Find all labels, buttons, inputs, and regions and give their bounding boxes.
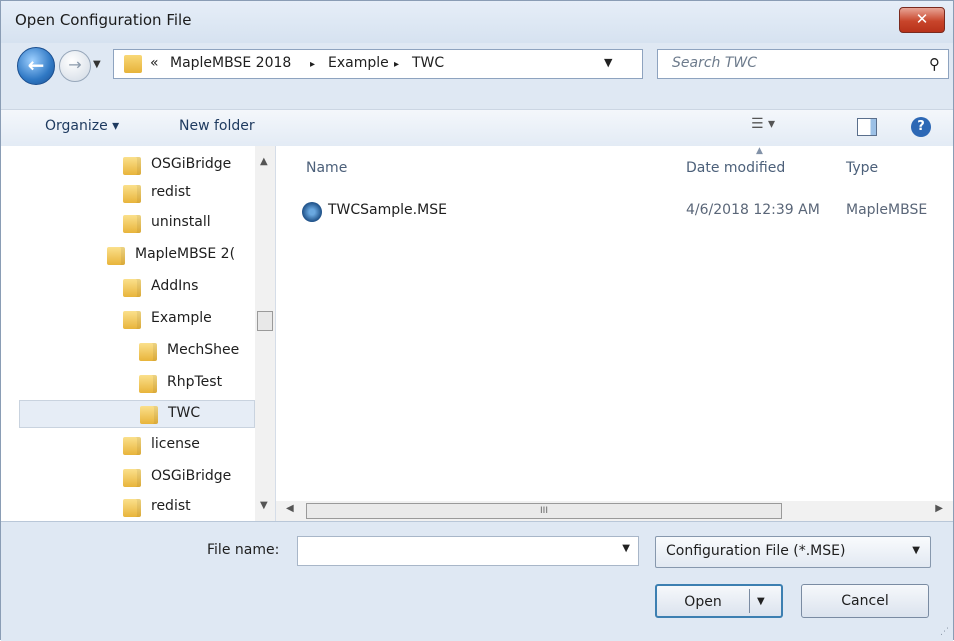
tree-item-example[interactable]: Example [19,306,255,334]
tree-item-label: TWC [168,405,201,421]
address-row: ← → ▼ « MapleMBSE 2018 ▸ Example ▸ TWC ▼… [1,43,953,109]
search-icon: ⚲ [929,55,940,73]
preview-pane-icon[interactable] [857,118,877,136]
file-row[interactable]: TWCSample.MSE 4/6/2018 12:39 AM MapleMBS… [296,198,954,226]
folder-icon [123,279,141,297]
tree-item-label: MechShee [167,342,240,358]
tree-item-rhptest[interactable]: RhpTest [19,370,255,398]
tree-item-uninstall[interactable]: uninstall [19,210,255,238]
address-bar[interactable]: « MapleMBSE 2018 ▸ Example ▸ TWC ▼ ⟳ [113,49,752,79]
open-button[interactable]: Open ▼ [655,584,783,618]
split-divider [749,589,750,613]
chevron-right-icon[interactable]: ▸ [394,59,399,70]
file-type: MapleMBSE [846,202,928,218]
folder-icon [123,437,141,455]
search-input[interactable]: Search TWC ⚲ [657,49,949,79]
tree-item-label: MapleMBSE 2( [135,246,236,262]
open-button-label: Open [684,594,722,610]
tree-item-label: OSGiBridge [151,468,232,484]
file-list-pane: ▲ Name Date modified Type TWCSample.MSE … [276,146,953,521]
folder-icon [123,469,141,487]
breadcrumb-twc[interactable]: TWC [412,55,444,71]
resize-grip-icon[interactable]: ⋰ [940,627,949,637]
column-header-type[interactable]: Type [846,160,878,176]
tree-item-label: AddIns [151,278,199,294]
file-type-filter[interactable]: Configuration File (*.MSE) ▼ [655,536,931,568]
tree-item-mechshee[interactable]: MechShee [19,338,255,366]
close-button[interactable]: ✕ [899,7,945,33]
dialog-title: Open Configuration File [15,11,192,29]
folder-icon [140,406,158,424]
navigation-pane: OSGiBridge redist uninstall MapleMBSE 2(… [19,146,276,521]
nav-vertical-scrollbar[interactable]: ▲ ▼ [255,146,275,521]
chevron-down-icon[interactable]: ▼ [604,56,612,69]
open-file-dialog: Open Configuration File ✕ ← → ▼ « MapleM… [0,0,954,641]
new-folder-button[interactable]: New folder [179,118,255,134]
folder-icon [123,499,141,517]
sort-ascending-icon: ▲ [756,146,763,156]
folder-icon [124,55,142,73]
folder-icon [123,185,141,203]
cancel-button[interactable]: Cancel [801,584,929,618]
folder-icon [107,247,125,265]
recent-locations-dropdown[interactable]: ▼ [93,59,107,73]
tree-item-osgibridge-2[interactable]: OSGiBridge [19,464,255,492]
tree-item-osgibridge[interactable]: OSGiBridge [19,152,255,180]
column-header-date-modified[interactable]: Date modified [686,160,785,176]
scrollbar-thumb[interactable]: III [306,503,782,519]
mse-file-icon [302,202,322,222]
breadcrumb-overflow[interactable]: « [150,55,159,71]
column-header-name[interactable]: Name [306,160,347,176]
tree-item-redist-2[interactable]: redist [19,494,255,521]
back-button[interactable]: ← [17,47,55,85]
tree-item-redist[interactable]: redist [19,180,255,208]
tree-item-label: RhpTest [167,374,223,390]
file-name-input[interactable]: ▼ [297,536,639,566]
folder-icon [123,157,141,175]
tree-item-maplembse[interactable]: MapleMBSE 2( [19,242,255,270]
search-placeholder: Search TWC [672,55,758,71]
view-options-button[interactable]: ☰ ▾ [751,116,799,138]
main-area: OSGiBridge redist uninstall MapleMBSE 2(… [1,146,953,522]
scroll-left-icon[interactable]: ◀ [286,503,294,514]
chevron-right-icon[interactable]: ▸ [310,59,315,70]
file-name: TWCSample.MSE [328,202,447,218]
file-name-label: File name: [207,542,280,558]
breadcrumb-maplembse[interactable]: MapleMBSE 2018 [170,55,291,71]
scroll-right-icon[interactable]: ▶ [935,503,943,514]
file-horizontal-scrollbar[interactable]: ◀ III ▶ [276,501,953,521]
tree-item-twc[interactable]: TWC [19,400,255,428]
chevron-down-icon: ▼ [912,545,920,556]
scrollbar-thumb[interactable] [257,311,273,331]
tree-item-label: redist [151,184,191,200]
folder-icon [123,215,141,233]
dialog-footer: File name: ▼ Configuration File (*.MSE) … [1,522,953,641]
forward-button[interactable]: → [59,50,91,82]
organize-menu[interactable]: Organize ▾ [45,118,119,134]
tree-item-label: redist [151,498,191,514]
folder-icon [139,375,157,393]
file-date-modified: 4/6/2018 12:39 AM [686,202,820,218]
tree-item-label: OSGiBridge [151,156,232,172]
help-icon[interactable]: ? [911,117,931,137]
tree-item-label: uninstall [151,214,211,230]
file-type-filter-value: Configuration File (*.MSE) [666,543,846,559]
chevron-down-icon[interactable]: ▼ [757,586,765,618]
tree-item-label: license [151,436,200,452]
breadcrumb-example[interactable]: Example [328,55,389,71]
tree-item-addins[interactable]: AddIns [19,274,255,302]
title-bar: Open Configuration File ✕ [1,1,953,43]
tree-item-license[interactable]: license [19,432,255,460]
folder-icon [139,343,157,361]
scroll-up-icon[interactable]: ▲ [260,156,268,167]
tree-item-label: Example [151,310,212,326]
command-toolbar: Organize ▾ New folder ☰ ▾ ? [1,109,953,147]
scroll-down-icon[interactable]: ▼ [260,500,268,511]
chevron-down-icon[interactable]: ▼ [622,543,630,554]
folder-icon [123,311,141,329]
